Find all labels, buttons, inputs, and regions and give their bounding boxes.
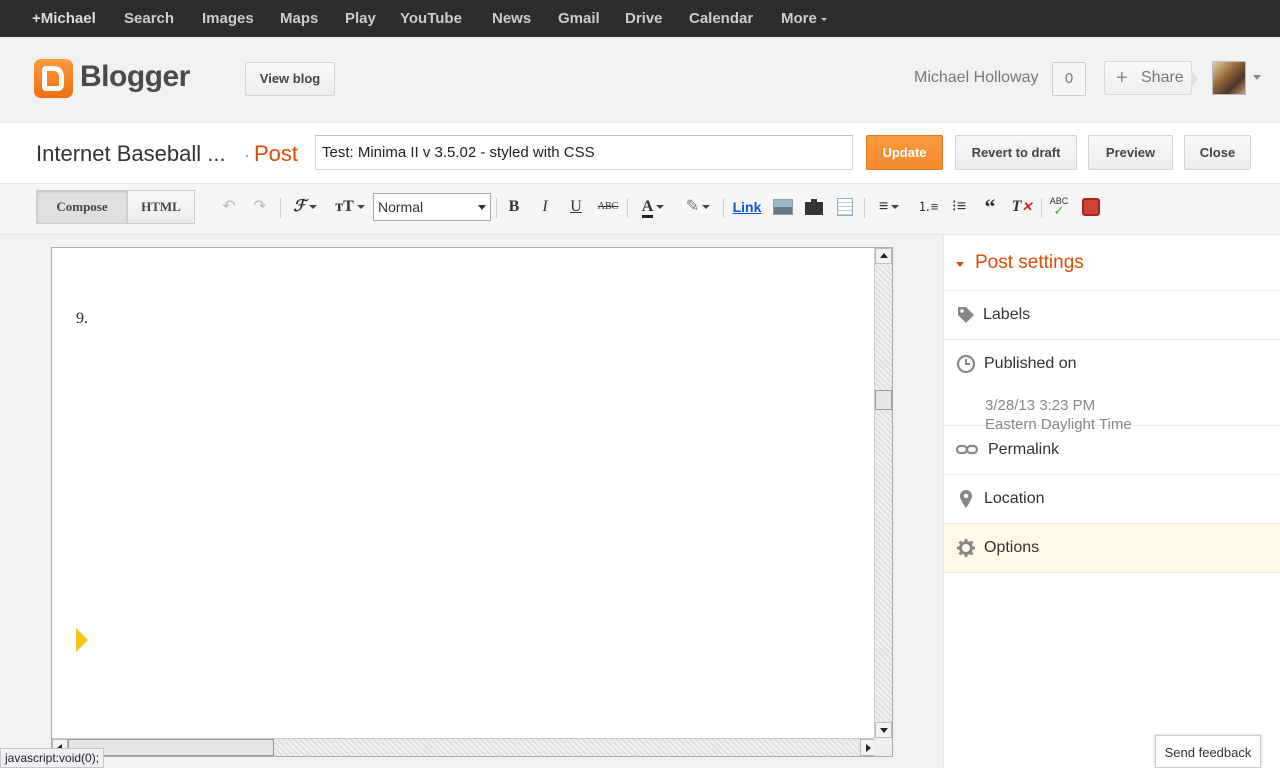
gear-icon (957, 539, 975, 557)
text-color-button[interactable]: A (634, 196, 672, 218)
share-label: Share (1141, 69, 1184, 86)
vertical-scrollbar[interactable] (874, 248, 892, 738)
highlighter-icon: ✎ (685, 198, 700, 215)
editor-toolbar: Compose HTML ↶ ↷ ℱ тT Normal B I U ABC A… (0, 184, 1280, 235)
gbar-maps-link[interactable]: Maps (280, 0, 318, 37)
underline-button[interactable]: U (566, 196, 586, 218)
view-blog-button[interactable]: View blog (245, 62, 335, 96)
post-body-text[interactable]: 9. (76, 310, 88, 328)
blogger-header: Blogger View blog Michael Holloway 0 + S… (0, 37, 1280, 123)
bold-button[interactable]: B (504, 196, 524, 218)
breadcrumb: · Post (244, 141, 298, 167)
compose-mode-button[interactable]: Compose (36, 190, 128, 224)
scrollbar-corner (874, 738, 892, 756)
google-bar: +Michael Search Images Maps Play YouTube… (0, 0, 1280, 37)
insert-video-icon[interactable] (803, 196, 825, 218)
post-settings-header[interactable]: Post settings (944, 235, 1280, 291)
share-arrow-icon (1191, 70, 1198, 88)
align-icon[interactable]: ≡ (871, 196, 907, 218)
undo-icon[interactable]: ↶ (219, 196, 239, 218)
share-button[interactable]: + Share (1104, 61, 1192, 95)
strikethrough-button[interactable]: ABC (596, 196, 620, 218)
tag-icon (958, 307, 974, 323)
chevron-down-icon (478, 205, 486, 210)
gbar-drive-link[interactable]: Drive (625, 0, 663, 37)
revert-to-draft-button[interactable]: Revert to draft (955, 135, 1077, 170)
sidebar-item-label: Options (984, 539, 1040, 556)
highlight-color-button[interactable]: ✎ (679, 196, 717, 218)
gbar-calendar-link[interactable]: Calendar (689, 0, 753, 37)
map-pin-icon (960, 490, 972, 508)
user-name[interactable]: Michael Holloway (914, 69, 1039, 87)
gbar-search-link[interactable]: Search (124, 0, 174, 37)
clock-icon (956, 354, 976, 374)
link-icon (956, 444, 978, 455)
post-body-editor[interactable]: 9. (51, 247, 893, 757)
remove-formatting-icon[interactable]: T✕ (1010, 196, 1034, 218)
gbar-more-menu[interactable]: More (781, 0, 827, 37)
plus-icon: + (1116, 67, 1128, 89)
avatar[interactable] (1212, 61, 1246, 95)
blogger-logo-icon (34, 59, 73, 98)
jump-break-icon[interactable] (834, 196, 856, 218)
chevron-down-icon[interactable] (1253, 75, 1261, 80)
chevron-down-icon (820, 17, 827, 21)
chevron-down-icon (956, 262, 964, 267)
gbar-gmail-link[interactable]: Gmail (558, 0, 600, 37)
font-size-icon[interactable]: тT (331, 196, 369, 218)
blog-name[interactable]: Internet Baseball ... (36, 141, 226, 167)
breadcrumb-separator: · (244, 145, 250, 165)
gbar-profile-link[interactable]: +Michael (32, 0, 96, 37)
scroll-down-icon[interactable] (875, 722, 892, 738)
sidebar-item-label: Labels (983, 306, 1031, 323)
spellcheck-icon[interactable]: ABC ✓ (1047, 196, 1071, 218)
gbar-youtube-link[interactable]: YouTube (400, 0, 462, 37)
sidebar-item-permalink[interactable]: Permalink (944, 426, 1280, 475)
bulleted-list-icon[interactable]: ⁝≡ (948, 196, 970, 218)
preview-button[interactable]: Preview (1088, 135, 1173, 170)
post-title-bar: Internet Baseball ... ·Post Update Rever… (0, 124, 1280, 184)
jump-marker-icon (76, 628, 88, 652)
sidebar-item-labels[interactable]: Labels (944, 291, 1280, 340)
notification-count[interactable]: 0 (1052, 62, 1086, 96)
post-title-input[interactable] (315, 135, 853, 170)
close-button[interactable]: Close (1184, 135, 1251, 170)
format-select-value: Normal (378, 199, 424, 215)
horizontal-scrollbar[interactable] (52, 738, 876, 756)
format-select[interactable]: Normal (373, 193, 491, 221)
link-button[interactable]: Link (731, 196, 763, 218)
breadcrumb-post: Post (254, 141, 299, 166)
blogger-logo-text: Blogger (80, 60, 190, 93)
italic-button[interactable]: I (535, 196, 555, 218)
sidebar-item-label: Location (984, 490, 1045, 507)
sidebar-item-location[interactable]: Location (944, 475, 1280, 524)
numbered-list-icon[interactable]: ⒈≡ (917, 196, 939, 218)
gbar-news-link[interactable]: News (492, 0, 531, 37)
html-mode-button[interactable]: HTML (127, 190, 195, 224)
update-button[interactable]: Update (866, 135, 943, 170)
sidebar-item-label: Permalink (988, 441, 1060, 458)
published-datetime: 3/28/13 3:23 PM (985, 397, 1096, 414)
editor-area: 9. (0, 235, 943, 768)
text-color-icon: A (641, 198, 654, 218)
input-tools-icon[interactable] (1080, 196, 1102, 218)
sidebar-item-published-on[interactable]: Published on 3/28/13 3:23 PM Eastern Day… (944, 340, 1280, 433)
browser-status-bar: javascript:void(0); (0, 748, 105, 768)
scroll-up-icon[interactable] (875, 248, 892, 264)
font-family-icon[interactable]: ℱ (287, 196, 323, 218)
gbar-play-link[interactable]: Play (345, 0, 376, 37)
post-settings-sidebar: Post settings Labels Published on 3/28/1… (943, 235, 1280, 768)
send-feedback-button[interactable]: Send feedback (1155, 735, 1261, 768)
quote-icon[interactable]: “ (979, 196, 1001, 218)
insert-image-icon[interactable] (771, 196, 795, 218)
sidebar-item-label: Published on (984, 355, 1077, 372)
post-settings-title: Post settings (975, 252, 1084, 273)
gbar-more-label: More (781, 10, 817, 27)
redo-icon[interactable]: ↷ (250, 196, 270, 218)
blogger-logo[interactable]: Blogger (34, 59, 190, 99)
sidebar-item-options[interactable]: Options (944, 524, 1280, 573)
gbar-images-link[interactable]: Images (202, 0, 254, 37)
vertical-scroll-thumb[interactable] (875, 390, 892, 410)
